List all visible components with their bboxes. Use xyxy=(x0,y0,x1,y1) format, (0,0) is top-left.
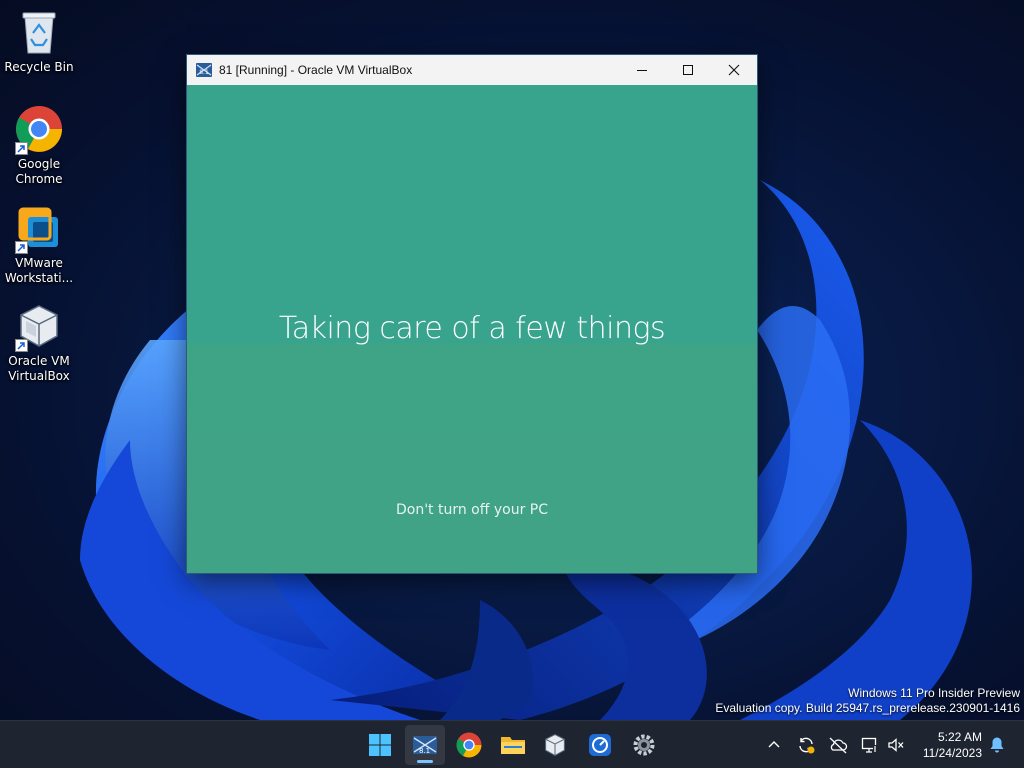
desktop-icon-oracle-vm-virtualbox[interactable]: Oracle VM VirtualBox xyxy=(0,300,78,384)
tray-onedrive-offline[interactable] xyxy=(828,735,848,755)
maximize-button[interactable] xyxy=(665,55,711,85)
setup-headline: Taking care of a few things xyxy=(278,311,666,346)
desktop-icon-recycle-bin[interactable]: Recycle Bin xyxy=(0,6,78,75)
monitor-icon xyxy=(861,737,879,753)
evaluation-watermark: Windows 11 Pro Insider Preview Evaluatio… xyxy=(715,686,1020,716)
shortcut-arrow-icon xyxy=(15,339,28,352)
clock-time: 5:22 AM xyxy=(937,730,982,744)
windows-start-icon xyxy=(369,734,391,756)
desktop-icon-label: Google Chrome xyxy=(15,157,63,186)
svg-text:8.1: 8.1 xyxy=(199,69,209,76)
taskbar-app-virtualbox-vm[interactable]: 8.1 xyxy=(405,725,445,765)
shortcut-arrow-icon xyxy=(15,241,28,254)
taskbar: 8.1 5:22 AM 11/24/2023 xyxy=(0,720,1024,768)
vm-badge-label: 8.1 xyxy=(419,747,431,755)
minimize-icon xyxy=(637,70,647,71)
vm-display[interactable]: Taking care of a few things Don't turn o… xyxy=(187,85,757,573)
taskbar-app-chrome[interactable] xyxy=(449,725,489,765)
taskbar-app-circle[interactable] xyxy=(580,725,620,765)
desktop-icon-label: VMware Workstati... xyxy=(4,256,74,285)
tray-volume[interactable] xyxy=(886,735,906,755)
taskbar-app-virtualbox[interactable] xyxy=(535,725,575,765)
clock-date: 11/24/2023 xyxy=(922,746,982,760)
virtualbox-vm-window[interactable]: 8.1 81 [Running] - Oracle VM VirtualBox … xyxy=(187,55,757,573)
setup-subtext: Don't turn off your PC xyxy=(395,502,548,518)
watermark-line-2: Evaluation copy. Build 25947.rs_prerelea… xyxy=(715,701,1020,715)
desktop-icon-label: Recycle Bin xyxy=(4,60,74,74)
vmware-icon xyxy=(13,202,65,254)
desktop-icon-vmware-workstation[interactable]: VMware Workstati... xyxy=(0,202,78,286)
chevron-up-icon xyxy=(768,741,780,748)
folder-icon xyxy=(501,737,525,754)
close-icon xyxy=(728,64,740,76)
bell-icon xyxy=(990,737,1004,753)
speedometer-icon xyxy=(589,734,611,756)
tray-network[interactable] xyxy=(860,735,880,755)
watermark-line-1: Windows 11 Pro Insider Preview xyxy=(848,686,1020,700)
vm-81-icon: 8.1 xyxy=(195,61,213,79)
minimize-button[interactable] xyxy=(619,55,665,85)
maximize-icon xyxy=(683,65,693,75)
chrome-icon xyxy=(13,103,65,155)
volume-muted-icon xyxy=(888,738,904,752)
chrome-icon xyxy=(456,732,482,758)
desktop-icon-label: Oracle VM VirtualBox xyxy=(8,354,70,383)
taskbar-app-settings[interactable] xyxy=(624,725,664,765)
active-indicator xyxy=(417,760,433,763)
taskbar-clock[interactable]: 5:22 AM 11/24/2023 xyxy=(923,729,982,761)
window-title: 81 [Running] - Oracle VM VirtualBox xyxy=(219,63,413,77)
notifications-button[interactable] xyxy=(987,735,1007,755)
recycle-bin-icon xyxy=(13,6,65,58)
tray-sync[interactable] xyxy=(796,735,816,755)
close-button[interactable] xyxy=(711,55,757,85)
taskbar-app-file-explorer[interactable] xyxy=(493,725,533,765)
show-hidden-icons-button[interactable] xyxy=(764,735,784,755)
start-button[interactable] xyxy=(360,725,400,765)
sync-icon xyxy=(799,737,815,754)
gear-icon xyxy=(633,734,655,756)
virtualbox-icon xyxy=(545,733,565,757)
virtualbox-icon xyxy=(13,300,65,352)
cloud-off-icon xyxy=(829,737,848,754)
window-titlebar[interactable]: 8.1 81 [Running] - Oracle VM VirtualBox xyxy=(187,55,757,85)
shortcut-arrow-icon xyxy=(15,142,28,155)
desktop-icon-google-chrome[interactable]: Google Chrome xyxy=(0,103,78,187)
